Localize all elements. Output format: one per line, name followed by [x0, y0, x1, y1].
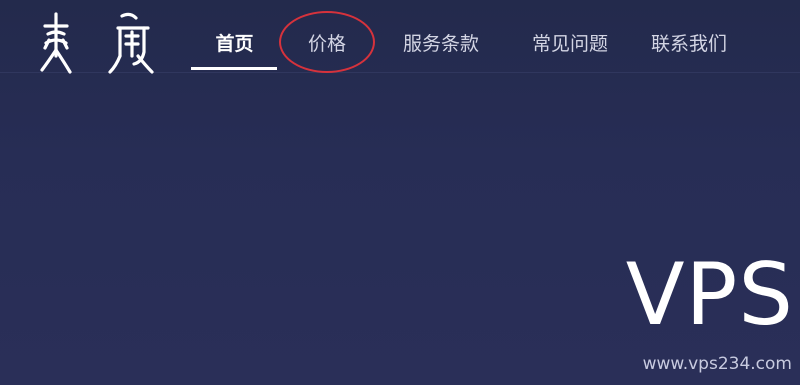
main-nav: 首页 价格 服务条款 常见问题 联系我们: [191, 14, 744, 70]
nav-item-label: 联系我们: [650, 32, 727, 55]
active-tab-underline: [191, 67, 277, 70]
site-logo[interactable]: [38, 10, 156, 82]
nav-item-label: 首页: [215, 32, 254, 55]
nav-item-pricing[interactable]: 价格: [278, 14, 376, 70]
nav-item-label: 常见问题: [531, 32, 608, 55]
nav-item-terms-of-service[interactable]: 服务条款: [376, 14, 506, 70]
site-header: 首页 价格 服务条款 常见问题 联系我们: [0, 0, 800, 74]
page: 首页 价格 服务条款 常见问题 联系我们 VPS www.vps234.com: [0, 0, 800, 385]
watermark-url: www.vps234.com: [642, 354, 792, 374]
seal-script-logo-icon: [40, 12, 154, 74]
nav-item-label: 价格: [307, 32, 346, 55]
nav-item-home[interactable]: 首页: [191, 14, 278, 70]
nav-item-faq[interactable]: 常见问题: [506, 14, 634, 70]
nav-item-label: 服务条款: [402, 32, 479, 55]
nav-item-contact-us[interactable]: 联系我们: [634, 14, 744, 70]
watermark-vps: VPS: [625, 245, 794, 345]
